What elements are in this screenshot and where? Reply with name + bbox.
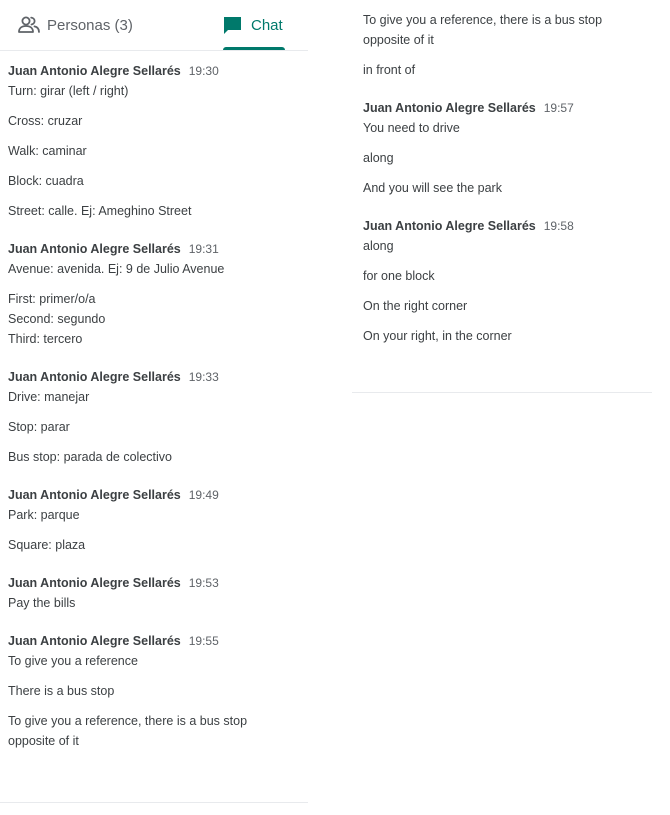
message-group: Juan Antonio Alegre Sellarés 19:49 Park: p… <box>8 485 300 555</box>
message-group: Juan Antonio Alegre Sellarés 19:55 To give… <box>8 631 300 751</box>
message-timestamp: 19:49 <box>188 488 219 502</box>
sender-name: Juan Antonio Alegre Sellarés <box>363 219 536 233</box>
message-header: Juan Antonio Alegre Sellarés 19:55 <box>8 631 300 651</box>
message-text: Park: parque <box>8 508 80 522</box>
message-text: along <box>363 239 394 253</box>
active-tab-indicator <box>223 47 285 50</box>
message-timestamp: 19:55 <box>188 634 219 648</box>
sender-name: Juan Antonio Alegre Sellarés <box>8 64 181 78</box>
message-text: for one block <box>363 269 435 283</box>
tab-chat[interactable]: Chat <box>222 0 283 50</box>
chat-panel-right: To give you a reference, there is a bus … <box>352 0 652 393</box>
message-group: Juan Antonio Alegre Sellarés 19:33 Drive: … <box>8 367 300 467</box>
message-text: in front of <box>363 63 416 77</box>
sender-name: Juan Antonio Alegre Sellarés <box>8 634 181 648</box>
message-text: On your right, in the corner <box>363 329 512 343</box>
message-header: Juan Antonio Alegre Sellarés 19:30 <box>8 61 300 81</box>
message-timestamp: 19:57 <box>543 101 574 115</box>
tab-chat-label: Chat <box>251 16 283 34</box>
message-group-continued: To give you a reference, there is a bus … <box>363 10 641 80</box>
message-group: Juan Antonio Alegre Sellarés 19:57 You nee… <box>363 98 641 198</box>
panel-tabs: Personas (3) Chat <box>0 0 308 51</box>
message-header: Juan Antonio Alegre Sellarés 19:57 <box>363 98 641 118</box>
sender-name: Juan Antonio Alegre Sellarés <box>8 370 181 384</box>
message-timestamp: 19:30 <box>188 64 219 78</box>
message-list-left: Juan Antonio Alegre Sellarés 19:30 Turn: g… <box>0 51 308 751</box>
message-timestamp: 19:33 <box>188 370 219 384</box>
message-text: Cross: cruzar <box>8 114 83 128</box>
message-text: Avenue: avenida. Ej: 9 de Julio Avenue <box>8 262 225 276</box>
sender-name: Juan Antonio Alegre Sellarés <box>8 576 181 590</box>
message-text: Walk: caminar <box>8 144 87 158</box>
message-text: along <box>363 151 394 165</box>
message-header: Juan Antonio Alegre Sellarés 19:58 <box>363 216 641 236</box>
message-list-right: To give you a reference, there is a bus … <box>352 0 652 346</box>
message-text: Stop: parar <box>8 420 70 434</box>
message-text: To give you a reference <box>8 654 138 668</box>
message-text: There is a bus stop <box>8 684 115 698</box>
sender-name: Juan Antonio Alegre Sellarés <box>8 242 181 256</box>
message-text: Drive: manejar <box>8 390 90 404</box>
message-header: Juan Antonio Alegre Sellarés 19:33 <box>8 367 300 387</box>
message-text: Bus stop: parada de colectivo <box>8 450 172 464</box>
panel-divider <box>0 802 308 803</box>
message-group: Juan Antonio Alegre Sellarés 19:58 along fo… <box>363 216 641 346</box>
message-text: Street: calle. Ej: Ameghino Street <box>8 204 192 218</box>
message-text: And you will see the park <box>363 181 502 195</box>
sender-name: Juan Antonio Alegre Sellarés <box>8 488 181 502</box>
sender-name: Juan Antonio Alegre Sellarés <box>363 101 536 115</box>
panel-divider <box>352 392 652 393</box>
message-text: Pay the bills <box>8 596 76 610</box>
message-group: Juan Antonio Alegre Sellarés 19:31 Avenue:… <box>8 239 300 349</box>
message-text: On the right corner <box>363 299 468 313</box>
message-text: To give you a reference, there is a bus … <box>8 714 248 748</box>
message-timestamp: 19:58 <box>543 219 574 233</box>
message-text: To give you a reference, there is a bus … <box>363 13 603 47</box>
people-icon <box>18 16 40 34</box>
message-text: Block: cuadra <box>8 174 84 188</box>
tab-people-label: Personas (3) <box>47 16 133 34</box>
message-group: Juan Antonio Alegre Sellarés 19:53 Pay the… <box>8 573 300 613</box>
message-text: First: primer/o/a Second: segundo Third:… <box>8 292 106 346</box>
message-timestamp: 19:31 <box>188 242 219 256</box>
message-text: You need to drive <box>363 121 460 135</box>
message-text: Square: plaza <box>8 538 86 552</box>
tab-people[interactable]: Personas (3) <box>18 0 133 50</box>
message-header: Juan Antonio Alegre Sellarés 19:49 <box>8 485 300 505</box>
message-group: Juan Antonio Alegre Sellarés 19:30 Turn: g… <box>8 61 300 221</box>
message-header: Juan Antonio Alegre Sellarés 19:53 <box>8 573 300 593</box>
chat-panel-left: Personas (3) Chat Juan Antonio Alegre Se… <box>0 0 308 803</box>
message-timestamp: 19:53 <box>188 576 219 590</box>
message-header: Juan Antonio Alegre Sellarés 19:31 <box>8 239 300 259</box>
chat-bubble-icon <box>222 15 243 36</box>
message-text: Turn: girar (left / right) <box>8 84 129 98</box>
